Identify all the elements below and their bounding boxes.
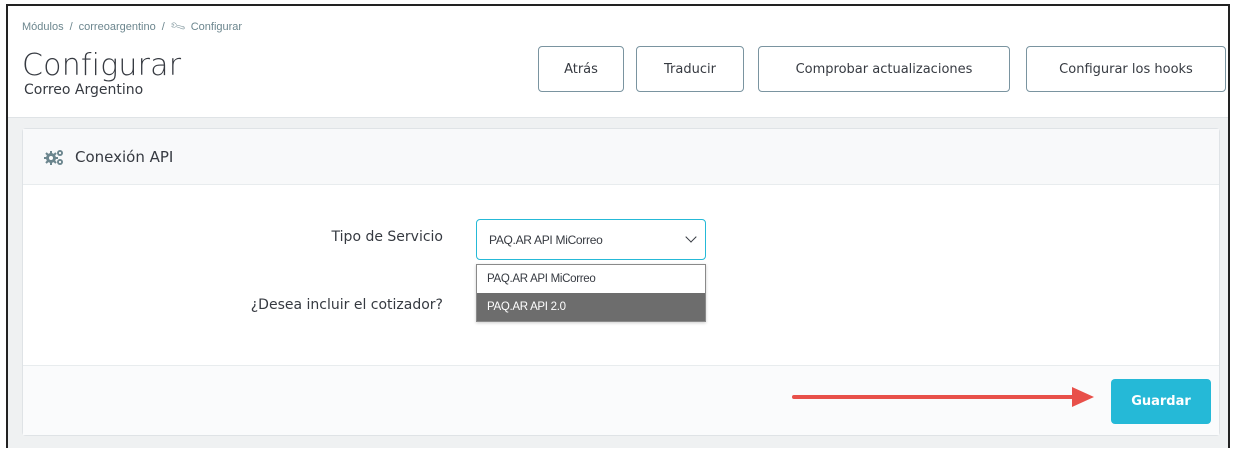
breadcrumb-separator: / (161, 20, 165, 33)
service-type-selected-value: PAQ.AR API MiCorreo (489, 232, 603, 247)
breadcrumb-separator: / (69, 20, 73, 33)
save-button[interactable]: Guardar (1111, 379, 1211, 424)
annotation-arrow (792, 387, 1094, 407)
page-title: Configurar (22, 48, 182, 83)
breadcrumb-item-module[interactable]: correoargentino (79, 21, 156, 33)
service-type-select[interactable]: PAQ.AR API MiCorreo (476, 219, 706, 260)
configure-hooks-button[interactable]: Configurar los hooks (1026, 46, 1226, 92)
chevron-down-icon (685, 231, 697, 243)
breadcrumb: Módulos / correoargentino / 🔧︎ Configura… (22, 18, 243, 36)
page-frame: Módulos / correoargentino / 🔧︎ Configura… (6, 4, 1230, 448)
cogs-icon (43, 148, 65, 166)
include-quote-label: ¿Desea incluir el cotizador? (250, 297, 443, 313)
panel-title: Conexión API (75, 147, 174, 166)
wrench-icon: 🔧︎ (168, 18, 188, 36)
page-subtitle: Correo Argentino (24, 82, 144, 98)
dropdown-option-api2[interactable]: PAQ.AR API 2.0 (477, 293, 705, 321)
service-type-dropdown: PAQ.AR API MiCorreo PAQ.AR API 2.0 (476, 264, 706, 322)
service-type-label: Tipo de Servicio (331, 229, 443, 245)
dropdown-option-micorreo[interactable]: PAQ.AR API MiCorreo (477, 265, 705, 293)
panel-header: Conexión API (23, 129, 1219, 185)
translate-button[interactable]: Traducir (636, 46, 744, 92)
breadcrumb-item-configure: Configurar (190, 20, 243, 33)
page-header: Módulos / correoargentino / 🔧︎ Configura… (8, 6, 1228, 118)
breadcrumb-item-modules[interactable]: Módulos (22, 21, 64, 33)
back-button[interactable]: Atrás (538, 46, 624, 92)
check-updates-button[interactable]: Comprobar actualizaciones (758, 46, 1010, 92)
